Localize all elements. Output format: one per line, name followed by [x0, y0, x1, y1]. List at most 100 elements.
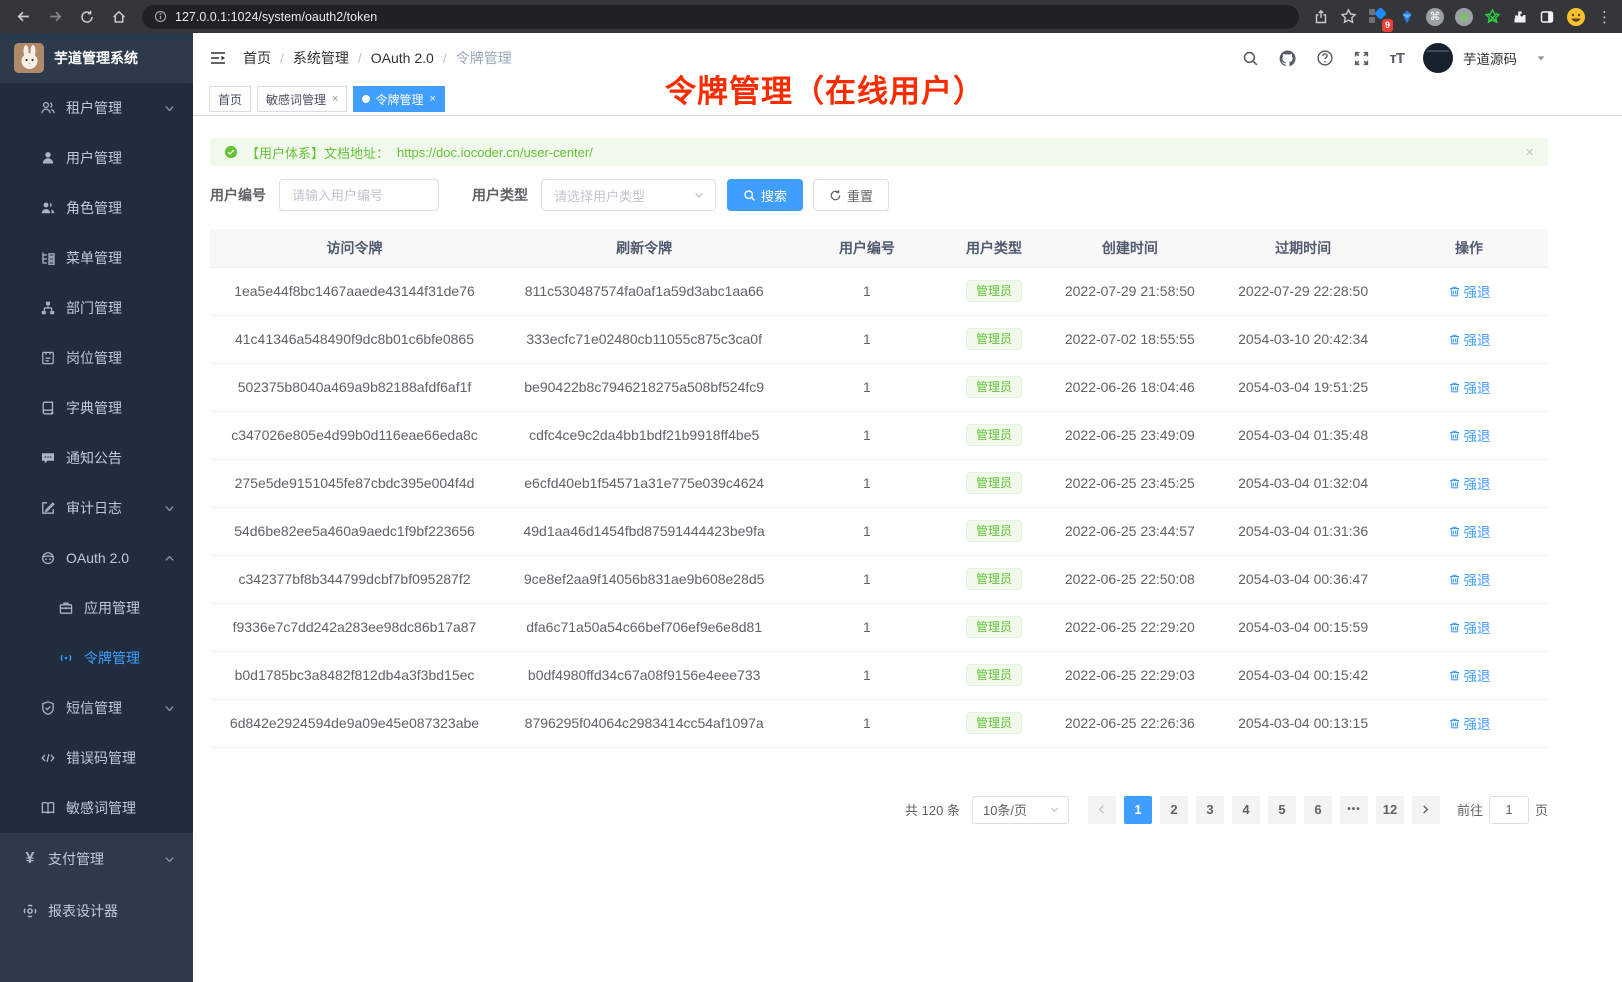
user-id-cell: 1 [789, 411, 944, 459]
created-cell: 2022-07-02 18:55:55 [1044, 315, 1217, 363]
github-icon[interactable] [1278, 49, 1297, 68]
more-pages-button[interactable]: ••• [1340, 796, 1368, 824]
force-logout-button[interactable]: 强退 [1448, 521, 1491, 541]
browser-reload-icon[interactable] [74, 4, 100, 30]
next-page-button[interactable] [1412, 796, 1440, 824]
sidebar-item-label: OAuth 2.0 [66, 550, 129, 566]
page-button-3[interactable]: 3 [1196, 796, 1224, 824]
browser-back-icon[interactable] [10, 4, 36, 30]
notice-icon [40, 450, 56, 466]
search-button[interactable]: 搜索 [727, 179, 803, 211]
sidebar-item-sensitive-word[interactable]: 敏感词管理 [0, 783, 193, 833]
browser-home-icon[interactable] [106, 4, 132, 30]
sidebar-item-dict[interactable]: 字典管理 [0, 383, 193, 433]
sidebar-item-label: 部门管理 [66, 298, 122, 318]
page-button-1[interactable]: 1 [1124, 796, 1152, 824]
sms-icon [40, 700, 56, 716]
alert-close-icon[interactable]: × [1525, 144, 1534, 161]
org-icon [40, 300, 56, 316]
prev-page-button[interactable] [1088, 796, 1116, 824]
share-icon[interactable] [1313, 9, 1329, 25]
force-logout-button[interactable]: 强退 [1448, 569, 1491, 589]
action-cell: 强退 [1390, 459, 1548, 507]
sidebar-collapse-icon[interactable] [209, 49, 227, 67]
header-search-icon[interactable] [1242, 50, 1259, 67]
browser-forward-icon[interactable] [42, 4, 68, 30]
alert-text: 【用户体系】文档地址： [246, 143, 389, 162]
user-type-select[interactable]: 请选择用户类型 [541, 179, 716, 211]
extension-diamond-icon[interactable] [1399, 9, 1415, 25]
sidebar-item-error-code[interactable]: 错误码管理 [0, 733, 193, 783]
bookmark-star-icon[interactable] [1340, 8, 1357, 25]
force-logout-button[interactable]: 强退 [1448, 617, 1491, 637]
page-size-select[interactable]: 10条/页 [972, 796, 1069, 824]
page-button-4[interactable]: 4 [1232, 796, 1260, 824]
expires-cell: 2054-03-04 19:51:25 [1216, 363, 1390, 411]
tab-sensitive-word[interactable]: 敏感词管理× [257, 86, 347, 112]
table-row: 54d6be82ee5a460a9aedc1f9bf223656 49d1aa4… [210, 507, 1548, 555]
user-id-cell: 1 [789, 699, 944, 747]
reset-button[interactable]: 重置 [813, 179, 889, 211]
page-content: 【用户体系】文档地址： https://doc.iocoder.cn/user-… [193, 116, 1622, 982]
force-logout-button[interactable]: 强退 [1448, 377, 1491, 397]
page-button-5[interactable]: 5 [1268, 796, 1296, 824]
sidebar-item-user[interactable]: 用户管理 [0, 133, 193, 183]
force-logout-button[interactable]: 强退 [1448, 473, 1491, 493]
user-type-label: 用户类型 [472, 185, 528, 205]
doc-link[interactable]: https://doc.iocoder.cn/user-center/ [397, 145, 593, 160]
extension-icon[interactable]: 9 [1368, 7, 1388, 27]
table-row: f9336e7c7dd242a283ee98dc86b17a87 dfa6c71… [210, 603, 1548, 651]
sidebar-item-report-designer[interactable]: 报表设计器 [0, 885, 193, 937]
page-button-2[interactable]: 2 [1160, 796, 1188, 824]
user-id-cell: 1 [789, 315, 944, 363]
side-panel-icon[interactable] [1539, 9, 1555, 25]
site-info-icon[interactable] [154, 10, 167, 23]
sidebar-item-pay[interactable]: ¥ 支付管理 [0, 833, 193, 885]
force-logout-button[interactable]: 强退 [1448, 425, 1491, 445]
force-logout-button[interactable]: 强退 [1448, 665, 1491, 685]
address-bar[interactable]: 127.0.0.1:1024/system/oauth2/token [142, 5, 1299, 29]
fullscreen-icon[interactable] [1353, 50, 1370, 67]
sidebar-item-tenant[interactable]: 租户管理 [0, 83, 193, 133]
force-logout-button[interactable]: 强退 [1448, 713, 1491, 733]
tab-token-mgmt[interactable]: 令牌管理× [353, 86, 444, 112]
force-logout-button[interactable]: 强退 [1448, 329, 1491, 349]
audit-log-icon [40, 500, 56, 516]
close-icon[interactable]: × [429, 93, 435, 105]
user-avatar[interactable] [1423, 43, 1453, 73]
sidebar-item-oauth[interactable]: OAuth 2.0 [0, 533, 193, 583]
sidebar-item-sms[interactable]: 短信管理 [0, 683, 193, 733]
user-caret-down-icon[interactable] [1536, 53, 1546, 63]
sidebar-item-app-mgmt[interactable]: 应用管理 [0, 583, 193, 633]
sidebar-item-notice[interactable]: 通知公告 [0, 433, 193, 483]
breadcrumb-system[interactable]: 系统管理 [293, 48, 349, 68]
extensions-puzzle-icon[interactable] [1512, 9, 1528, 25]
sidebar-item-token-mgmt[interactable]: 令牌管理 [0, 633, 193, 683]
profile-avatar[interactable] [1566, 7, 1586, 27]
breadcrumb-home[interactable]: 首页 [243, 48, 271, 68]
user-id-input[interactable] [279, 179, 439, 211]
access-token-cell: 6d842e2924594de9a09e45e087323abe [210, 699, 499, 747]
tab-home[interactable]: 首页 [209, 86, 251, 112]
menu-tree-icon [40, 250, 56, 266]
sidebar-item-role[interactable]: 角色管理 [0, 183, 193, 233]
sidebar-item-post[interactable]: 岗位管理 [0, 333, 193, 383]
extension-recorder-icon[interactable] [1455, 8, 1473, 26]
sidebar-item-audit-log[interactable]: 审计日志 [0, 483, 193, 533]
close-icon[interactable]: × [332, 93, 338, 105]
sidebar-item-dept[interactable]: 部门管理 [0, 283, 193, 333]
goto-page-input[interactable] [1489, 796, 1529, 824]
refresh-token-cell: 811c530487574fa0af1a59d3abc1aa66 [499, 267, 789, 315]
help-icon[interactable] [1316, 49, 1334, 67]
sidebar-item-menu-mgmt[interactable]: 菜单管理 [0, 233, 193, 283]
app-logo[interactable]: 芋道管理系统 [0, 33, 193, 83]
breadcrumb-oauth[interactable]: OAuth 2.0 [371, 50, 434, 66]
extension-command-icon[interactable]: ⌘ [1426, 8, 1444, 26]
force-logout-button[interactable]: 强退 [1448, 281, 1491, 301]
extension-star-icon[interactable] [1484, 8, 1501, 25]
font-size-icon[interactable]: тT [1389, 50, 1404, 67]
page-button-6[interactable]: 6 [1304, 796, 1332, 824]
sidebar-item-label: 短信管理 [66, 698, 122, 718]
page-button-12[interactable]: 12 [1376, 796, 1404, 824]
browser-menu-icon[interactable]: ⋮ [1597, 8, 1612, 26]
